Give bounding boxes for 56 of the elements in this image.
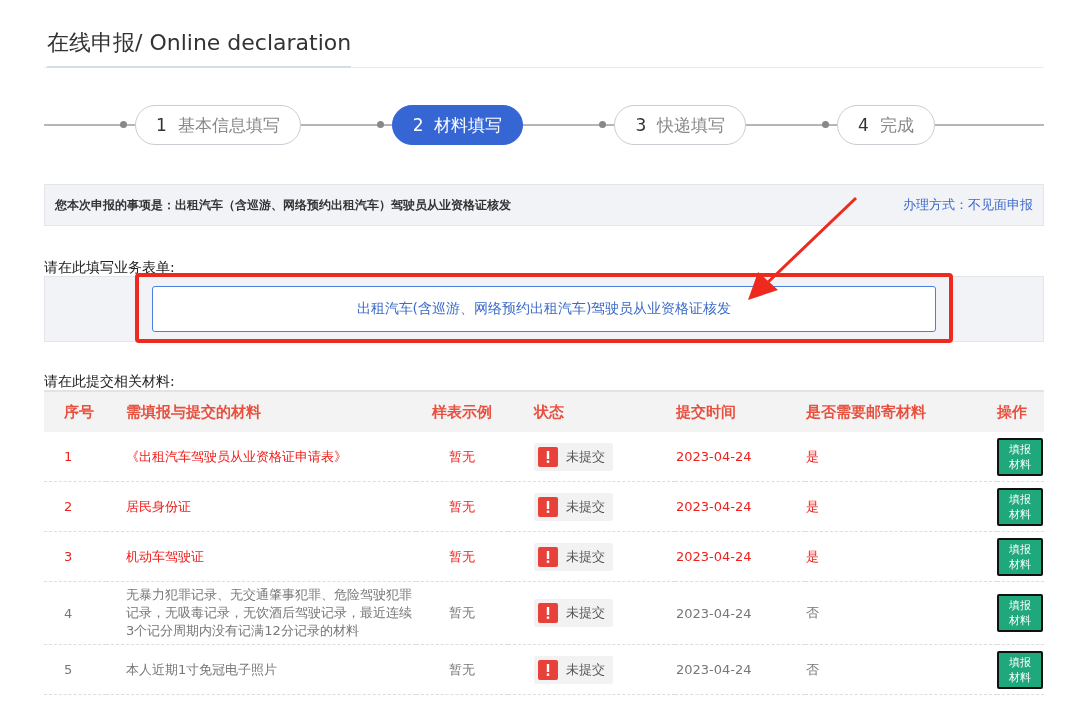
table-cell: 3	[44, 531, 106, 582]
table-cell: 2023-04-24	[675, 644, 805, 695]
column-header: 样表示例	[416, 391, 508, 432]
column-header: 操作	[997, 391, 1044, 432]
status-badge: 未提交	[534, 655, 613, 684]
step-dot	[120, 121, 128, 128]
table-cell: 2023-04-24	[675, 432, 805, 482]
step-dot	[376, 121, 384, 128]
page-title: 在线申报/ Online declaration	[47, 28, 352, 68]
section-label: 请在此提交相关材料:	[44, 372, 176, 390]
table-cell: 《出租汽车驾驶员从业资格证申请表》	[106, 432, 416, 482]
status-badge: 未提交	[534, 542, 613, 571]
step-tab[interactable]: 1 基本信息填写	[135, 105, 301, 145]
warning-icon	[538, 603, 558, 623]
notice-text: 您本次申报的事项是：出租汽车（含巡游、网络预约出租汽车）驾驶员从业资格证核发	[55, 196, 511, 214]
table-cell: 4	[44, 581, 106, 645]
table-cell: 无暴力犯罪记录、无交通肇事犯罪、危险驾驶犯罪记录，无吸毒记录，无饮酒后驾驶记录，最近连续3个记分周期内没有记满12分记录的材料	[106, 581, 416, 645]
fill-material-button[interactable]: 填报材料	[997, 650, 1043, 689]
fill-material-button[interactable]: 填报材料	[997, 487, 1043, 526]
status-badge: 未提交	[534, 599, 613, 627]
fill-material-button[interactable]: 填报材料	[997, 437, 1043, 476]
step-dot	[822, 121, 830, 128]
form-button[interactable]: 出租汽车(含巡游、网络预约出租汽车)驾驶员从业资格证核发	[152, 286, 936, 332]
step-tab[interactable]: 2 材料填写	[391, 105, 524, 145]
table-cell: 2023-04-24	[675, 531, 805, 582]
fill-material-button[interactable]: 填报材料	[997, 594, 1043, 632]
table-cell: 机动车驾驶证	[106, 531, 416, 582]
table-cell: 5	[44, 644, 106, 695]
warning-icon	[538, 496, 558, 517]
step-tab[interactable]: 4 完成	[837, 105, 935, 145]
fill-material-button[interactable]: 填报材料	[997, 537, 1043, 576]
table-cell: 1	[44, 432, 106, 482]
table-cell: 暂无	[416, 432, 508, 482]
warning-icon	[538, 546, 558, 567]
column-header: 提交时间	[675, 391, 805, 432]
status-badge: 未提交	[534, 442, 613, 471]
step-tab[interactable]: 3 快递填写	[614, 105, 747, 145]
table-cell: 2	[44, 481, 106, 532]
section-label: 请在此填写业务表单:	[44, 258, 176, 276]
table-cell: 暂无	[416, 481, 508, 532]
column-header: 状态	[508, 391, 675, 432]
column-header: 需填报与提交的材料	[106, 391, 416, 432]
method-link[interactable]: 办理方式：不见面申报	[903, 196, 1033, 214]
column-header: 是否需要邮寄材料	[805, 391, 997, 432]
table-cell: 暂无	[416, 644, 508, 695]
table-cell: 暂无	[416, 581, 508, 645]
table-cell: 暂无	[416, 531, 508, 582]
table-cell: 居民身份证	[106, 481, 416, 532]
warning-icon	[538, 446, 558, 467]
warning-icon	[538, 659, 558, 680]
table-cell: 2023-04-24	[675, 481, 805, 532]
status-badge: 未提交	[534, 492, 613, 521]
column-header: 序号	[44, 391, 106, 432]
step-dot	[599, 121, 607, 128]
table-cell: 2023-04-24	[675, 581, 805, 645]
table-cell: 本人近期1寸免冠电子照片	[106, 644, 416, 695]
